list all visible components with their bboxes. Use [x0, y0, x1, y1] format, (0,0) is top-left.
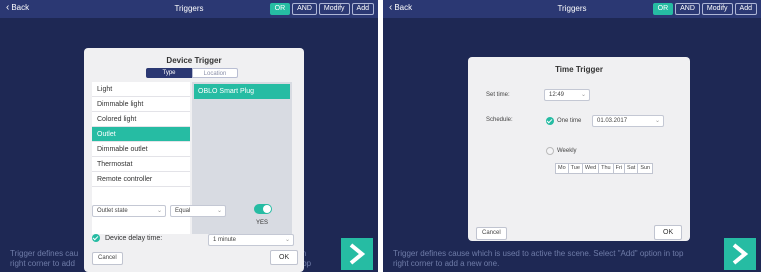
- footer-line-2: right corner to add: [10, 259, 75, 268]
- day-thu[interactable]: Thu: [598, 163, 614, 174]
- ok-button[interactable]: OK: [654, 225, 683, 240]
- and-button[interactable]: AND: [675, 3, 700, 15]
- modify-button[interactable]: Modify: [701, 3, 733, 15]
- one-time-radio[interactable]: [546, 117, 554, 125]
- cancel-button[interactable]: Cancel: [92, 252, 123, 265]
- and-button[interactable]: AND: [292, 3, 317, 15]
- weekly-radio[interactable]: [546, 147, 554, 155]
- chevron-down-icon: ⌄: [580, 92, 586, 98]
- operator-value: Equal: [175, 208, 191, 214]
- top-buttons: OR AND Modify Add: [269, 3, 374, 15]
- or-button[interactable]: OR: [269, 3, 291, 15]
- weekly-option[interactable]: Weekly: [546, 147, 577, 155]
- delay-row: Device delay time:: [92, 234, 162, 242]
- ok-button[interactable]: OK: [270, 250, 299, 265]
- tab-location[interactable]: Location: [192, 68, 238, 78]
- time-trigger-dialog: Time Trigger Set time: 12:49 ⌄ Schedule:…: [468, 57, 690, 241]
- time-value: 12:49: [549, 92, 565, 98]
- next-button[interactable]: [724, 238, 756, 270]
- device-trigger-dialog: Device Trigger Type Location Light Dimma…: [84, 48, 304, 272]
- list-item-selected[interactable]: Outlet: [92, 127, 190, 142]
- day-tue[interactable]: Tue: [567, 163, 583, 174]
- date-value: 01.03.2017: [597, 118, 628, 124]
- device-item[interactable]: OBLO Smart Plug: [194, 84, 290, 99]
- add-button[interactable]: Add: [351, 3, 374, 15]
- list-item[interactable]: Dimmable outlet: [92, 142, 190, 157]
- one-time-option[interactable]: One time: [546, 117, 581, 125]
- modify-button[interactable]: Modify: [318, 3, 350, 15]
- footer-text: Trigger defines cause which is used to a…: [393, 249, 683, 269]
- next-button[interactable]: [341, 238, 373, 270]
- chevron-right-icon: [732, 243, 749, 265]
- set-time-label: Set time:: [486, 92, 510, 98]
- footer-line-1: Trigger defines cause which is used to a…: [393, 249, 684, 258]
- date-select[interactable]: 01.03.2017 ⌄: [592, 115, 664, 127]
- cancel-button[interactable]: Cancel: [476, 227, 507, 240]
- chevron-down-icon: ⌄: [654, 118, 660, 124]
- operator-select[interactable]: Equal ⌄: [170, 205, 226, 217]
- top-bar: ‹ Back Triggers OR AND Modify Add: [383, 0, 761, 18]
- list-item[interactable]: Light: [92, 82, 190, 97]
- schedule-label: Schedule:: [486, 117, 513, 123]
- condition-select[interactable]: Outlet state ⌄: [92, 205, 166, 217]
- left-screen: ‹ Back Triggers OR AND Modify Add Trigge…: [0, 0, 378, 272]
- toggle-knob: [263, 205, 271, 213]
- chevron-right-icon: [349, 243, 366, 265]
- time-select[interactable]: 12:49 ⌄: [544, 89, 590, 101]
- list-item[interactable]: Remote controller: [92, 172, 190, 187]
- delay-label: Device delay time:: [105, 234, 163, 242]
- toggle-value-label: YES: [256, 220, 269, 226]
- chevron-down-icon: ⌄: [156, 208, 162, 214]
- day-sat[interactable]: Sat: [624, 163, 639, 174]
- one-time-label: One time: [557, 118, 582, 124]
- day-wed[interactable]: Wed: [581, 163, 600, 174]
- footer-line-2: right corner to add a new one.: [393, 259, 500, 268]
- top-bar: ‹ Back Triggers OR AND Modify Add: [0, 0, 378, 18]
- dialog-title: Device Trigger: [166, 56, 222, 65]
- weekday-selector: Mo Tue Wed Thu Fri Sat Sun: [555, 163, 654, 174]
- chevron-down-icon: ⌄: [284, 237, 290, 243]
- chevron-down-icon: ⌄: [216, 208, 222, 214]
- day-mo[interactable]: Mo: [555, 163, 569, 174]
- right-screen: ‹ Back Triggers OR AND Modify Add Trigge…: [383, 0, 761, 272]
- filter-segmented-control: Type Location: [146, 68, 238, 78]
- value-toggle[interactable]: [254, 204, 272, 214]
- weekly-label: Weekly: [557, 148, 577, 154]
- list-item[interactable]: Colored light: [92, 112, 190, 127]
- dialog-title: Time Trigger: [555, 65, 603, 74]
- delay-value: 1 minute: [213, 237, 237, 243]
- delay-checkbox[interactable]: [92, 234, 100, 242]
- day-sun[interactable]: Sun: [637, 163, 654, 174]
- top-buttons: OR AND Modify Add: [652, 3, 757, 15]
- condition-value: Outlet state: [97, 208, 128, 214]
- delay-select[interactable]: 1 minute ⌄: [208, 234, 294, 246]
- add-button[interactable]: Add: [734, 3, 757, 15]
- footer-text: Trigger defines cauin top right corner t…: [10, 249, 311, 269]
- footer-line-1: Trigger defines cau: [10, 249, 79, 258]
- or-button[interactable]: OR: [652, 3, 674, 15]
- list-item[interactable]: Thermostat: [92, 157, 190, 172]
- tab-type[interactable]: Type: [146, 68, 192, 78]
- list-item[interactable]: Dimmable light: [92, 97, 190, 112]
